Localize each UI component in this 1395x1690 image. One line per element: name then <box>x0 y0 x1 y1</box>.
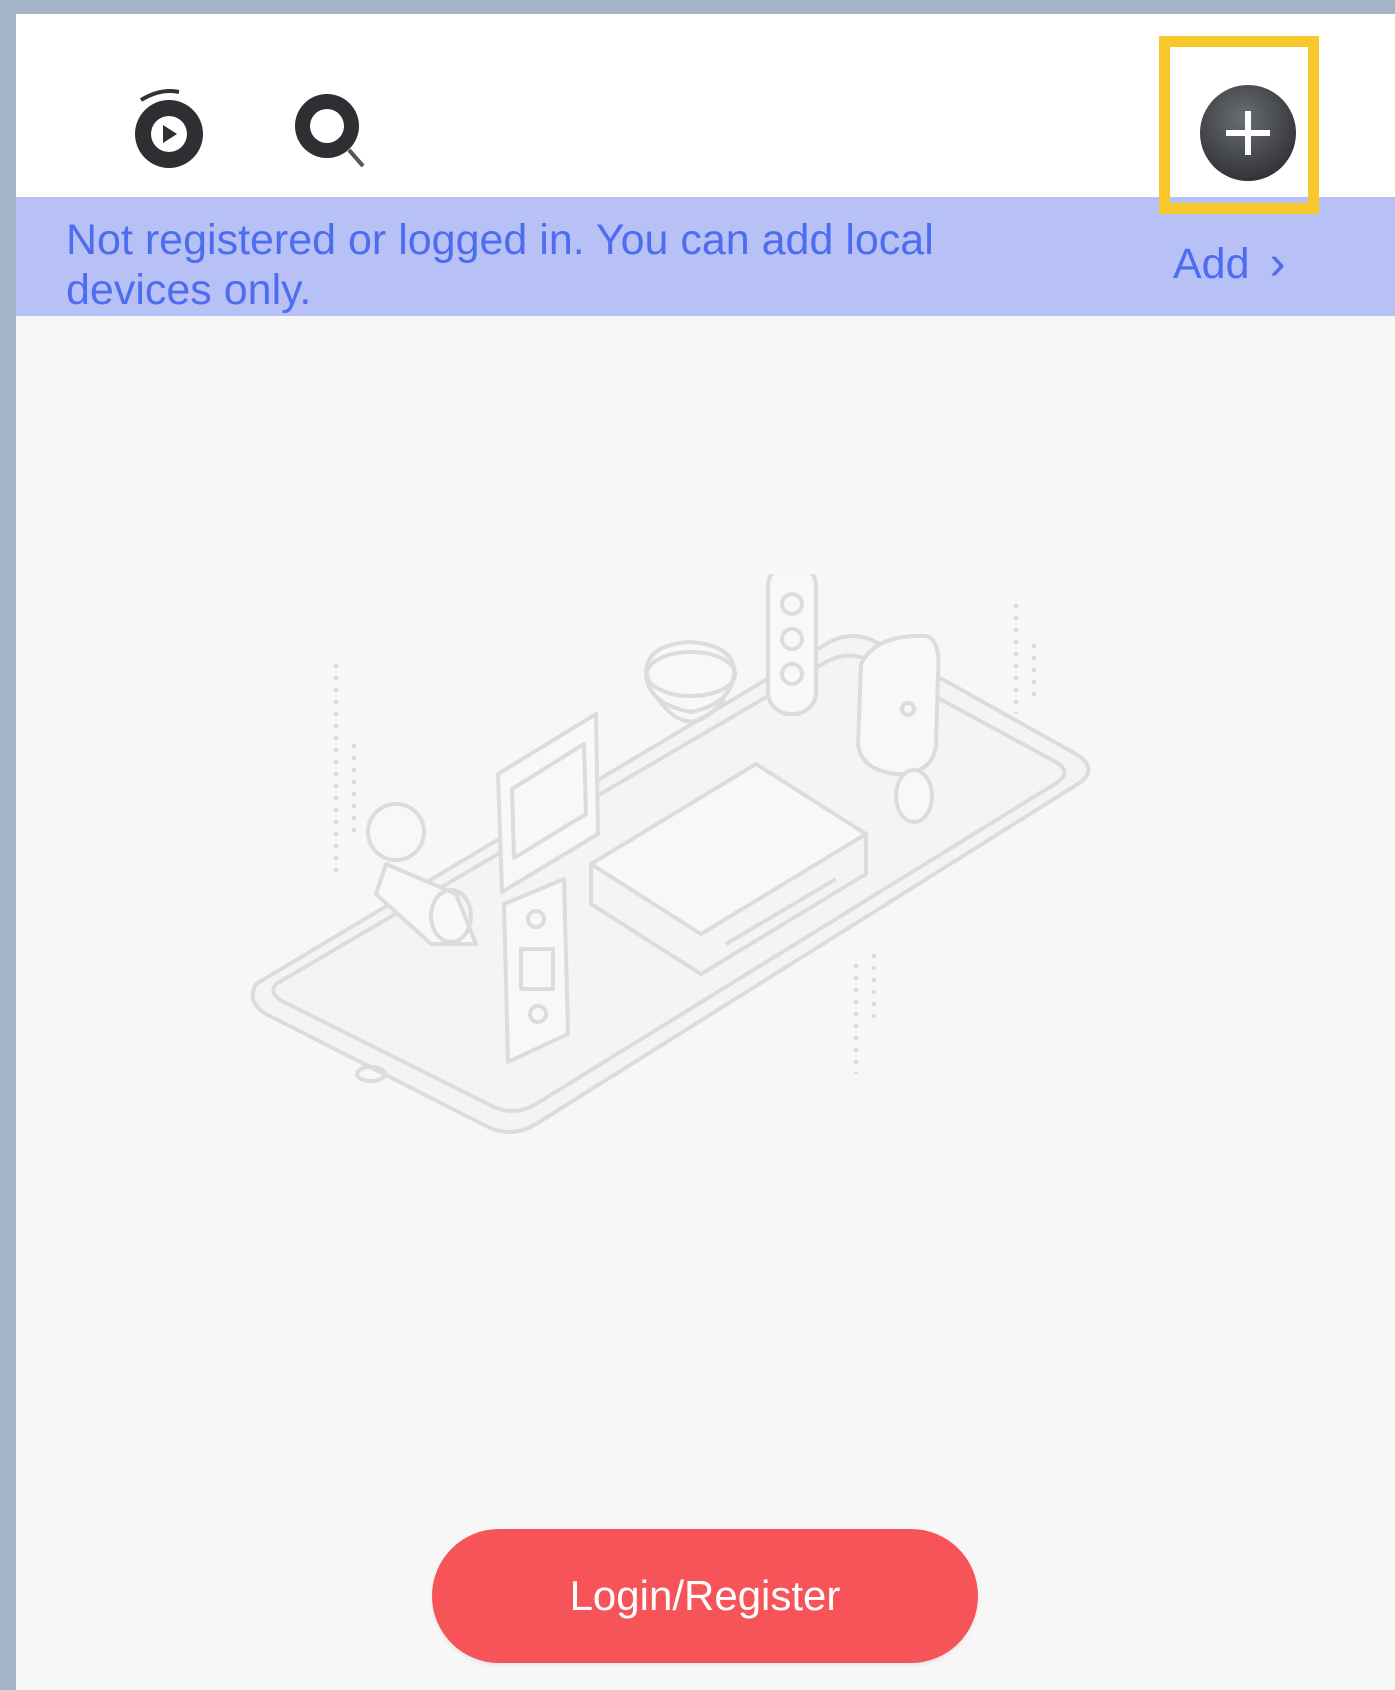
top-toolbar <box>16 14 1395 197</box>
banner-message: Not registered or logged in. You can add… <box>66 216 934 314</box>
devices-illustration <box>250 574 1091 1134</box>
chevron-right-icon: › <box>1269 237 1286 290</box>
playback-button[interactable] <box>131 80 211 172</box>
search-device-icon <box>295 94 365 168</box>
app-window: Not registered or logged in. You can add… <box>16 14 1395 1690</box>
login-register-button[interactable]: Login/Register <box>432 1529 978 1663</box>
login-warning-banner: Not registered or logged in. You can add… <box>16 197 1395 316</box>
playback-icon <box>135 89 203 168</box>
search-device-button[interactable] <box>291 86 381 176</box>
banner-add-link[interactable]: Add › <box>1173 239 1286 289</box>
add-device-button[interactable] <box>1193 78 1303 188</box>
banner-add-label: Add <box>1173 240 1250 288</box>
add-device-icon <box>1200 85 1296 181</box>
